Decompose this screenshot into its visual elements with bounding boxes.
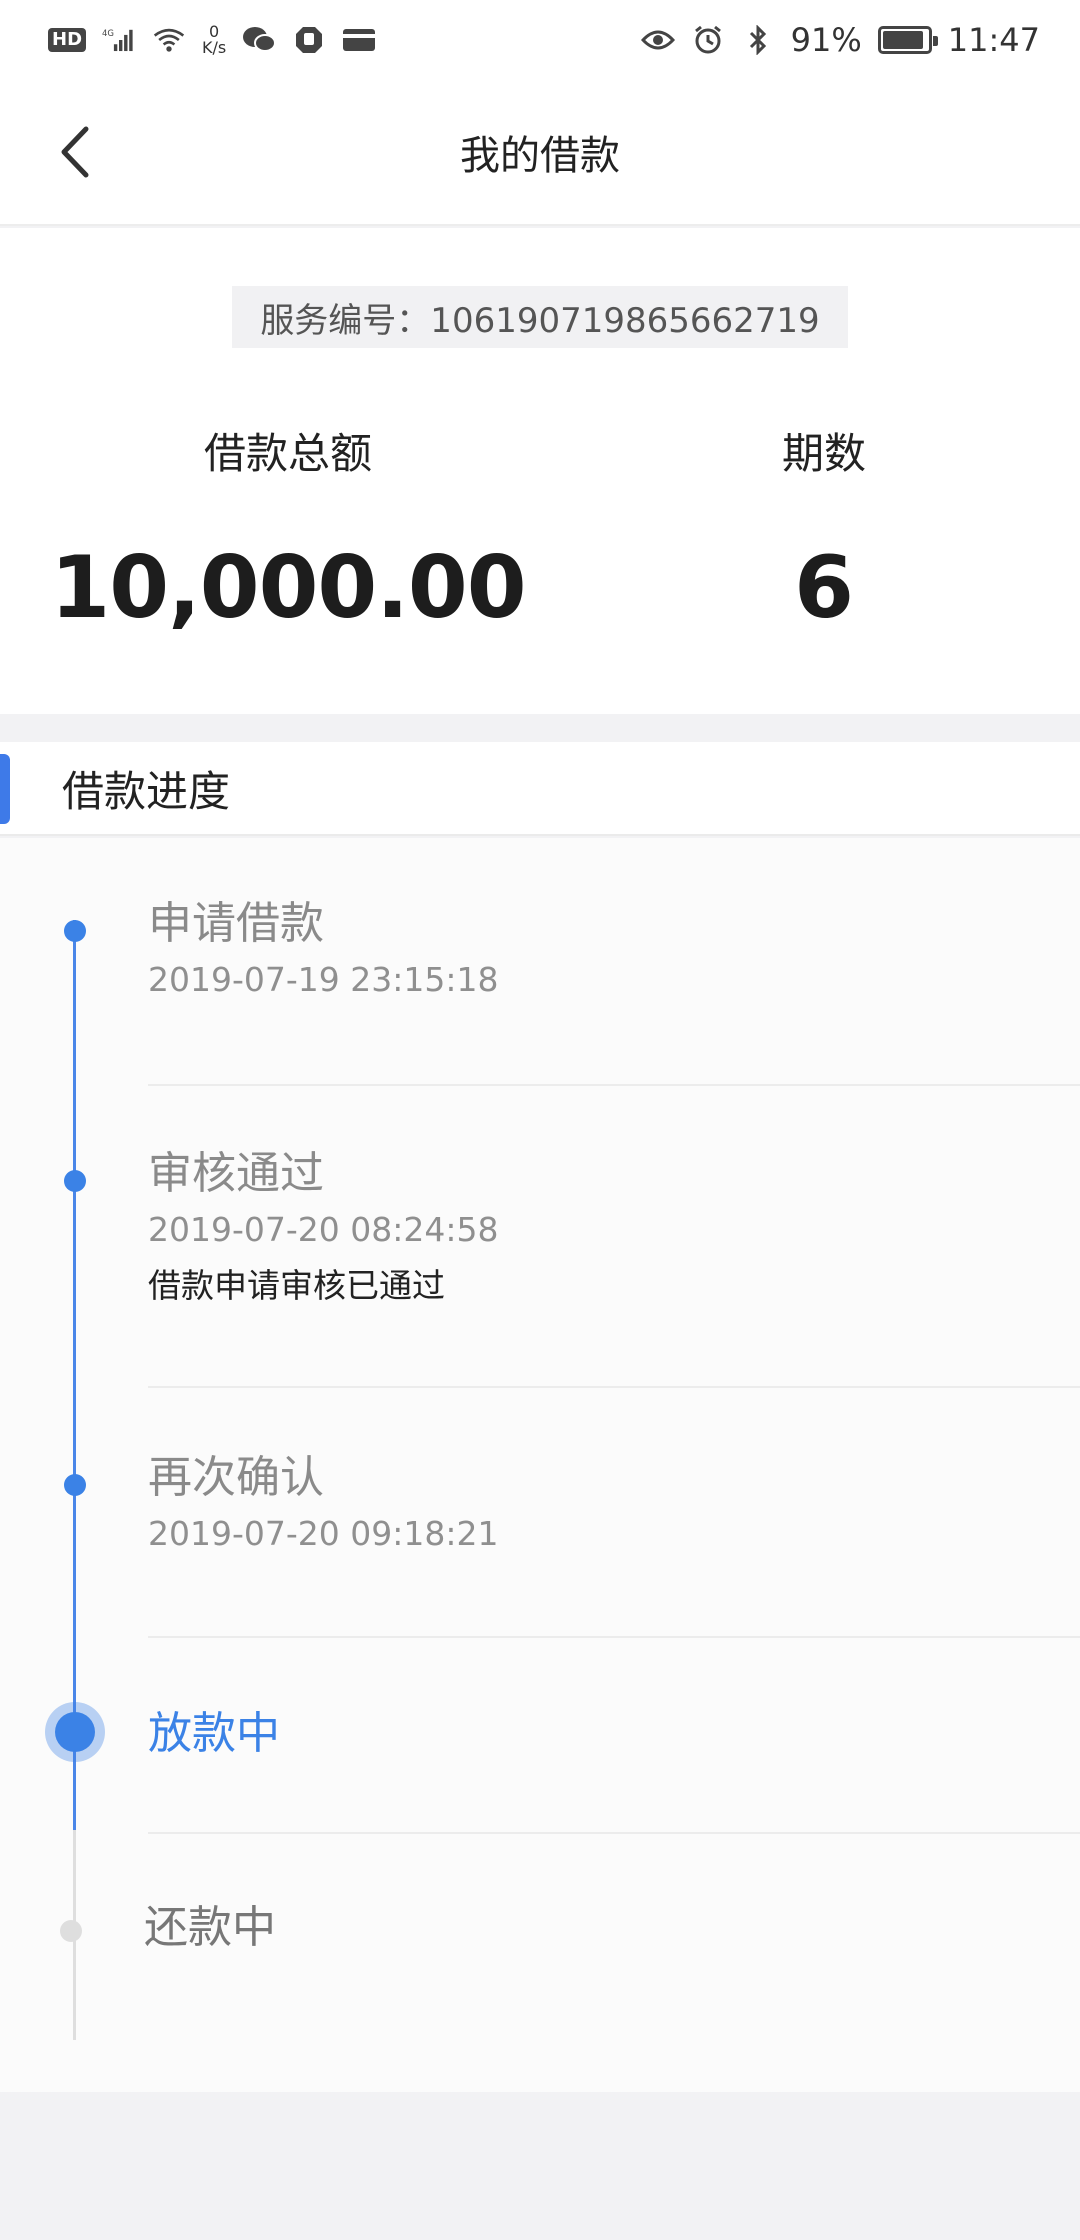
timeline-step-title: 审核通过 (148, 1148, 324, 1199)
section-accent-bar (0, 754, 10, 824)
service-number: 服务编号：106190719865662719 (232, 286, 848, 348)
nav-bar: 我的借款 (0, 80, 1080, 226)
hand-icon (292, 25, 326, 55)
wifi-icon (152, 25, 186, 55)
timeline-step: 审核通过 2019-07-20 08:24:58 借款申请审核已通过 (148, 1146, 498, 1307)
hd-icon: HD (48, 28, 87, 52)
battery-fill (882, 31, 923, 49)
timeline-divider (148, 1084, 1080, 1086)
battery-percent: 91% (790, 21, 862, 59)
signal-icon: 4G (102, 25, 136, 55)
status-bar-right: 91% 11:47 (640, 21, 1040, 59)
loan-term-label: 期数 (781, 429, 866, 478)
loan-amount-value: 10,000.00 (50, 538, 526, 638)
timeline-divider (148, 1636, 1080, 1638)
timeline-dot-current (45, 1702, 105, 1762)
timeline-step-time: 2019-07-19 23:15:18 (148, 960, 499, 999)
timeline-dot-pending (60, 1920, 82, 1942)
progress-section-title: 借款进度 (62, 766, 231, 816)
battery-icon (877, 26, 938, 54)
eye-icon (640, 25, 675, 55)
back-button[interactable] (40, 116, 110, 192)
card-icon (342, 25, 376, 55)
timeline-step-title: 放款中 (148, 1708, 280, 1759)
timeline-step-title: 申请借款 (148, 898, 324, 949)
timeline-divider (148, 1386, 1080, 1388)
timeline-step-current: 放款中 (148, 1706, 280, 1762)
progress-section-header: 借款进度 (0, 742, 1080, 836)
timeline-step-time: 2019-07-20 09:18:21 (148, 1514, 499, 1553)
timeline-dot-done (64, 920, 86, 942)
loan-amount-label: 借款总额 (203, 429, 372, 478)
timeline-step-title: 还款中 (144, 1902, 276, 1953)
wechat-icon (242, 25, 277, 55)
timeline-dot-done (64, 1474, 86, 1496)
loan-progress-timeline: 申请借款 2019-07-19 23:15:18 审核通过 2019-07-20… (0, 838, 1080, 2092)
timeline-dot-done (64, 1170, 86, 1192)
status-bar-left: HD 4G 0 K/s (48, 24, 376, 56)
timeline-step-note: 借款申请审核已通过 (148, 1266, 445, 1305)
timeline-step-pending: 还款中 (144, 1900, 276, 1956)
bluetooth-icon (741, 25, 775, 55)
timeline-step-title: 再次确认 (148, 1452, 324, 1503)
loan-summary-card: 服务编号：106190719865662719 借款总额 期数 10,000.0… (0, 228, 1080, 714)
timeline-divider (148, 1832, 1080, 1834)
clock-time: 11:47 (947, 21, 1040, 59)
network-speed: 0 K/s (202, 24, 226, 56)
timeline-line-completed (73, 920, 76, 1830)
timeline-step-time: 2019-07-20 08:24:58 (148, 1210, 499, 1249)
status-bar: HD 4G 0 K/s 91% 11:47 (0, 0, 1080, 80)
network-type-label: 4G (102, 29, 114, 39)
alarm-icon (691, 25, 725, 55)
timeline-step: 申请借款 2019-07-19 23:15:18 (148, 896, 498, 999)
timeline-step: 再次确认 2019-07-20 09:18:21 (148, 1450, 498, 1553)
page-title: 我的借款 (460, 133, 620, 179)
chevron-left-icon (58, 125, 92, 183)
loan-term-value: 6 (794, 538, 854, 638)
network-speed-unit: K/s (202, 38, 227, 57)
